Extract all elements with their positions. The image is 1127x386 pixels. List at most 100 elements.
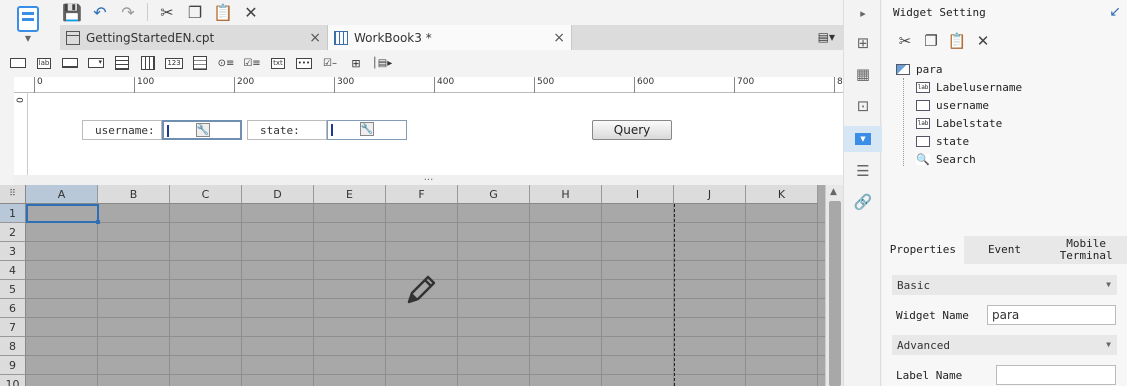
vertical-scrollbar[interactable]: ▲ [825, 185, 843, 386]
label-state[interactable]: state: [247, 120, 327, 140]
layout-icon[interactable]: ⊡ [852, 95, 874, 117]
column-header[interactable]: F [386, 185, 458, 204]
section-basic[interactable]: Basic ▼ [892, 275, 1117, 295]
redo-icon[interactable]: ↷ [116, 1, 140, 23]
tree-node-labelusername[interactable]: lab Labelusername [896, 78, 1022, 96]
widget-toolbar: lab ▾ 123 ⊙≡ ☑≡ txt ••• ☑– ⊞ │▤▸ [0, 52, 843, 74]
vertical-ruler: 0 [14, 93, 28, 175]
app-menu-button[interactable]: ▼ [10, 2, 46, 48]
row-header[interactable]: 2 [0, 223, 26, 242]
widget-setting-panel: Widget Setting ↙ ✂ ❐ 📋 ✕ para lab Labelu… [882, 0, 1127, 386]
report-icon [66, 30, 80, 45]
label-widget-icon[interactable] [8, 55, 28, 71]
column-header[interactable]: J [674, 185, 746, 204]
condition-attributes-icon[interactable]: ☰ [852, 160, 874, 182]
more-widgets-icon[interactable]: │▤▸ [372, 55, 393, 71]
widget-name-label: Widget Name [896, 309, 969, 322]
tree-node-username[interactable]: username [896, 96, 1022, 114]
select-all-corner[interactable]: ⠿ [0, 185, 26, 204]
tab-mobile-terminal[interactable]: Mobile Terminal [1045, 236, 1127, 264]
column-header[interactable]: D [242, 185, 314, 204]
row-header[interactable]: 5 [0, 280, 26, 299]
panel-splitter[interactable]: ... [14, 173, 843, 185]
widget-name-field[interactable]: para [987, 305, 1116, 325]
column-header[interactable]: H [530, 185, 602, 204]
row-header[interactable]: 6 [0, 299, 26, 318]
row-header[interactable]: 7 [0, 318, 26, 337]
selected-cell[interactable] [26, 204, 100, 224]
tab-workbook3[interactable]: WorkBook3 * × [328, 25, 572, 50]
column-header[interactable]: C [170, 185, 242, 204]
button-widget-icon[interactable]: ••• [294, 55, 314, 71]
tree-node-search[interactable]: 🔍 Search [896, 150, 1022, 168]
tab-list-icon[interactable]: ▤▾ [818, 30, 835, 44]
column-header[interactable]: G [458, 185, 530, 204]
row-header[interactable]: 8 [0, 337, 26, 356]
scroll-thumb[interactable] [829, 201, 841, 386]
row-header[interactable]: 10 [0, 375, 26, 386]
designer-main: ▼ 💾 ↶ ↷ ✂ ❐ 📋 ✕ GettingStartedEN.cpt × W… [0, 0, 848, 386]
expand-icon[interactable]: ↙ [1109, 4, 1121, 20]
quick-toolbar: 💾 ↶ ↷ ✂ ❐ 📋 ✕ [60, 0, 263, 24]
paste-icon[interactable]: 📋 [948, 30, 967, 52]
lab-widget-icon[interactable]: lab [34, 55, 54, 71]
grid-widget-icon[interactable] [138, 55, 158, 71]
state-input[interactable]: 🔧 [327, 120, 407, 140]
copy-icon[interactable]: ❐ [922, 30, 940, 52]
column-header[interactable]: K [746, 185, 818, 204]
paste-icon[interactable]: 📋 [211, 1, 235, 23]
tab-gettingstarted[interactable]: GettingStartedEN.cpt × [60, 25, 328, 50]
text-cursor [331, 124, 333, 136]
username-input[interactable]: 🔧 [162, 120, 242, 140]
parameter-panel[interactable]: username: 🔧 state: 🔧 Query [28, 93, 843, 175]
row-header[interactable]: 3 [0, 242, 26, 261]
label-name-field[interactable] [996, 365, 1116, 385]
tree-node-state[interactable]: state [896, 132, 1022, 150]
tree-combo-widget-icon[interactable]: ⊞ [346, 55, 366, 71]
column-header[interactable]: A [26, 185, 98, 204]
label-username[interactable]: username: [82, 120, 162, 140]
cell-attributes-icon[interactable]: ⊞ [852, 32, 874, 54]
delete-icon[interactable]: ✕ [239, 1, 263, 23]
section-advanced[interactable]: Advanced ▼ [892, 335, 1117, 355]
row-header[interactable]: 9 [0, 356, 26, 375]
undo-icon[interactable]: ↶ [88, 1, 112, 23]
tree-widget-icon[interactable] [112, 55, 132, 71]
tree-node-labelstate[interactable]: lab Labelstate [896, 114, 1022, 132]
cut-icon[interactable]: ✂ [155, 1, 179, 23]
row-header[interactable]: 1 [0, 204, 26, 223]
row-header[interactable]: 4 [0, 261, 26, 280]
tree-node-para[interactable]: para [896, 60, 1022, 78]
delete-icon[interactable]: ✕ [974, 30, 992, 52]
save-icon[interactable]: 💾 [60, 1, 84, 23]
textbox-widget-icon[interactable] [60, 55, 80, 71]
float-element-icon[interactable]: ▦ [852, 63, 874, 85]
query-button[interactable]: Query [592, 120, 672, 140]
checkbox-group-widget-icon[interactable]: ☑– [320, 55, 340, 71]
radio-widget-icon[interactable]: ⊙≡ [216, 55, 236, 71]
checkbox-widget-icon[interactable]: ☑≡ [242, 55, 262, 71]
txt-widget-icon[interactable]: txt [268, 55, 288, 71]
grid-line [169, 204, 170, 386]
grid-line [26, 260, 825, 261]
close-icon[interactable]: × [309, 30, 321, 46]
hyperlink-icon[interactable]: 🔗 [852, 191, 874, 213]
grid-line [26, 241, 825, 242]
textarea-widget-icon[interactable] [190, 55, 210, 71]
tab-event[interactable]: Event [964, 236, 1046, 264]
scroll-up-icon[interactable]: ▲ [830, 187, 837, 197]
spreadsheet-grid[interactable]: ⠿ A B C D E F G H I J K 1 2 3 4 5 6 7 8 9 10 ▲ [0, 185, 843, 386]
collapse-arrow-icon[interactable]: ▸ [852, 2, 874, 24]
document-tabs: GettingStartedEN.cpt × WorkBook3 * × ▤▾ [60, 25, 843, 50]
tab-properties[interactable]: Properties [882, 236, 964, 264]
column-header[interactable]: B [98, 185, 170, 204]
number-widget-icon[interactable]: 123 [164, 55, 184, 71]
label-name-label: Label Name [896, 369, 963, 382]
combo-widget-icon[interactable]: ▾ [86, 55, 106, 71]
copy-icon[interactable]: ❐ [183, 1, 207, 23]
cut-icon[interactable]: ✂ [896, 30, 914, 52]
column-header[interactable]: I [602, 185, 674, 204]
close-icon[interactable]: × [553, 30, 565, 46]
widget-setting-icon[interactable]: ▼ [844, 126, 882, 152]
column-header[interactable]: E [314, 185, 386, 204]
